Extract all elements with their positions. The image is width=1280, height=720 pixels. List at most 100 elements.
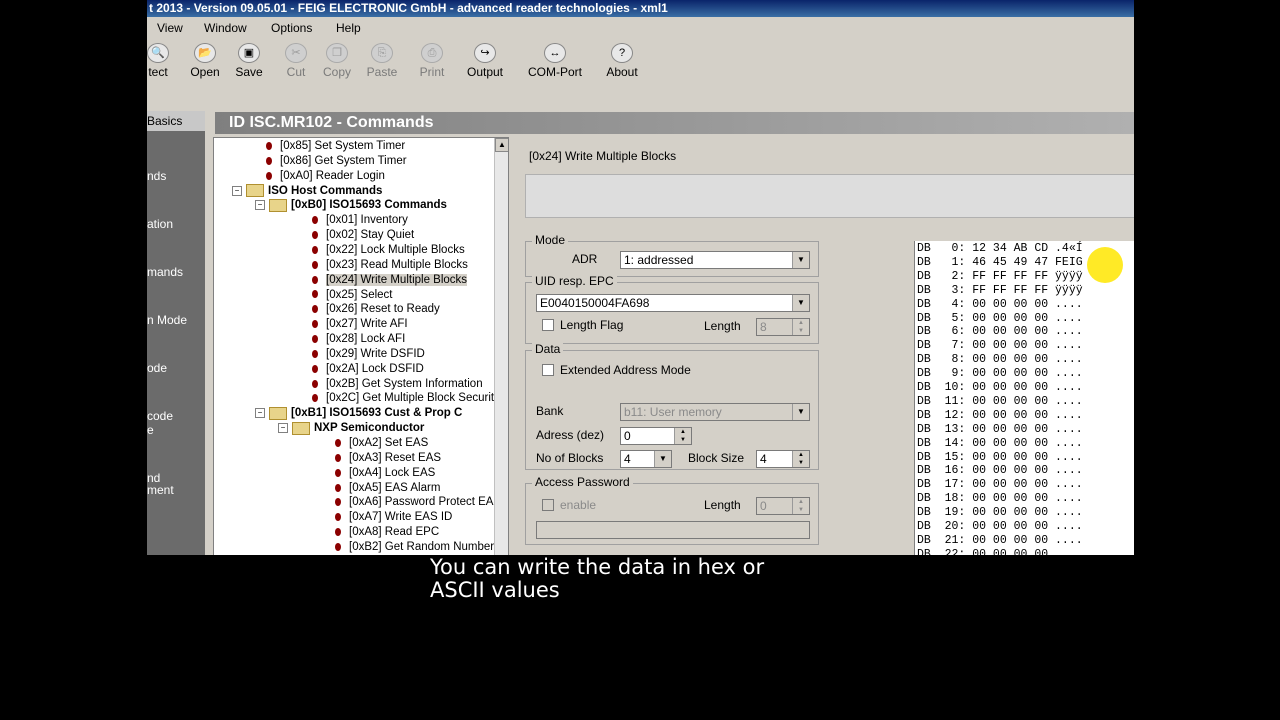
hex-data-row[interactable]: DB 22: 00 00 00 00 .... — [917, 548, 1083, 555]
tree-command-item[interactable]: [0xA4] Lock EAS — [335, 466, 435, 481]
hex-data-row[interactable]: DB 10: 00 00 00 00 .... — [917, 381, 1083, 395]
tree-command-item[interactable]: [0xB2] Get Random Number — [335, 540, 494, 555]
hex-data-row[interactable]: DB 14: 00 00 00 00 .... — [917, 437, 1083, 451]
hex-data-row[interactable]: DB 11: 00 00 00 00 .... — [917, 395, 1083, 409]
hex-data-row[interactable]: DB 3: FF FF FF FF ÿÿÿÿ — [917, 284, 1083, 298]
tree-command-item[interactable]: [0x23] Read Multiple Blocks — [312, 258, 468, 273]
tree-command-item[interactable]: [0xA8] Read EPC — [335, 525, 439, 540]
block-size-stepper[interactable]: 4 ▲ ▼ — [756, 450, 810, 468]
nav-basics[interactable]: Basics — [147, 111, 205, 131]
print-button[interactable]: ⎙ Print — [413, 43, 451, 79]
nav-item-6[interactable]: code — [147, 409, 173, 423]
access-password-group: Access Password enable Length 0 ▲ ▼ — [525, 475, 819, 545]
tree-command-item[interactable]: [0x26] Reset to Ready — [312, 302, 440, 317]
length-flag-checkbox[interactable] — [542, 319, 554, 331]
tree-command-item[interactable]: [0x27] Write AFI — [312, 317, 408, 332]
hex-data-row[interactable]: DB 18: 00 00 00 00 .... — [917, 492, 1083, 506]
collapse-icon[interactable]: − — [278, 423, 288, 434]
tree-command-item[interactable]: [0x86] Get System Timer — [266, 154, 407, 169]
tree-command-item[interactable]: [0x02] Stay Quiet — [312, 228, 414, 243]
toolbar: 🔍 tect 📂 Open ▣ Save ✂ Cut ❐ Copy ⎘ Past… — [147, 39, 1134, 91]
copy-button[interactable]: ❐ Copy — [319, 43, 355, 79]
nav-item-7[interactable]: e — [147, 423, 154, 437]
hex-data-row[interactable]: DB 7: 00 00 00 00 .... — [917, 339, 1083, 353]
extended-address-checkbox[interactable] — [542, 364, 554, 376]
password-enable-checkbox[interactable] — [542, 499, 554, 511]
hex-data-row[interactable]: DB 21: 00 00 00 00 .... — [917, 534, 1083, 548]
password-length-stepper[interactable]: 0 ▲ ▼ — [756, 497, 810, 515]
tree-command-item[interactable]: [0x25] Select — [312, 288, 392, 303]
tree-command-item[interactable]: [0xA6] Password Protect EA: — [335, 495, 497, 510]
address-stepper[interactable]: 0 ▲ ▼ — [620, 427, 692, 445]
open-button[interactable]: 📂 Open — [187, 43, 223, 79]
scroll-up-icon[interactable]: ▲ — [495, 138, 508, 152]
tree-folder[interactable]: − NXP Semiconductor — [278, 421, 424, 436]
about-button[interactable]: ? About — [602, 43, 642, 79]
tree-command-item[interactable]: [0x85] Set System Timer — [266, 139, 405, 154]
hex-data-row[interactable]: DB 6: 00 00 00 00 .... — [917, 325, 1083, 339]
hex-data-row[interactable]: DB 20: 00 00 00 00 .... — [917, 520, 1083, 534]
nav-item-9[interactable]: ment — [147, 483, 174, 497]
tree-command-item[interactable]: [0x2A] Lock DSFID — [312, 362, 424, 377]
menu-window[interactable]: Window — [204, 17, 247, 39]
hex-data-row[interactable]: DB 19: 00 00 00 00 .... — [917, 506, 1083, 520]
password-input[interactable] — [536, 521, 810, 539]
nav-item-5[interactable]: ode — [147, 361, 167, 375]
menu-view[interactable]: View — [157, 17, 183, 39]
hex-data-row[interactable]: DB 2: FF FF FF FF ÿÿÿÿ — [917, 270, 1083, 284]
tree-command-item[interactable]: [0xA5] EAS Alarm — [335, 481, 440, 496]
nav-item-3[interactable]: mands — [147, 265, 183, 279]
hex-data-row[interactable]: DB 4: 00 00 00 00 .... — [917, 298, 1083, 312]
hex-data-row[interactable]: DB 15: 00 00 00 00 .... — [917, 451, 1083, 465]
tree-command-item[interactable]: [0xA3] Reset EAS — [335, 451, 441, 466]
collapse-icon[interactable]: − — [255, 408, 265, 419]
collapse-icon[interactable]: − — [232, 185, 242, 196]
uid-select[interactable]: E0040150004FA698 ▼ — [536, 294, 810, 312]
hex-data-row[interactable]: DB 17: 00 00 00 00 .... — [917, 478, 1083, 492]
tree-command-item[interactable]: [0xA2] Set EAS — [335, 436, 428, 451]
command-tree[interactable]: [0xB2] Get Random Number [0xA8] Read EPC [… — [213, 137, 509, 555]
output-label: Output — [466, 65, 504, 79]
cut-button[interactable]: ✂ Cut — [280, 43, 312, 79]
tree-command-item[interactable]: [0xA0] Reader Login — [266, 169, 385, 184]
hex-data-row[interactable]: DB 9: 00 00 00 00 .... — [917, 367, 1083, 381]
nav-item-1[interactable]: nds — [147, 169, 166, 183]
bank-select[interactable]: b11: User memory ▼ — [620, 403, 810, 421]
hex-data-row[interactable]: DB 13: 00 00 00 00 .... — [917, 423, 1083, 437]
toolbar-separator — [147, 91, 1134, 111]
tree-command-item[interactable]: [0xA7] Write EAS ID — [335, 510, 452, 525]
collapse-icon[interactable]: − — [255, 200, 265, 211]
detect-button[interactable]: 🔍 tect — [147, 43, 173, 79]
adr-select[interactable]: 1: addressed ▼ — [620, 251, 810, 269]
no-of-blocks-select[interactable]: 4 ▼ — [620, 450, 672, 468]
save-button[interactable]: ▣ Save — [231, 43, 267, 79]
tree-scrollbar[interactable]: ▲ — [494, 138, 508, 555]
hex-data-view[interactable]: DB 0: 12 34 AB CD .4«Í DB 1: 46 45 49 47 … — [914, 241, 1134, 555]
tree-command-item[interactable]: [0x01] Inventory — [312, 213, 408, 228]
hex-data-row[interactable]: DB 1: 46 45 49 47 FEIG — [917, 256, 1083, 270]
hex-data-row[interactable]: DB 0: 12 34 AB CD .4«Í — [917, 242, 1083, 256]
tree-folder[interactable]: − [0xB1] ISO15693 Cust & Prop C — [255, 406, 462, 421]
uid-length-stepper[interactable]: 8 ▲ ▼ — [756, 318, 810, 336]
nav-item-2[interactable]: ation — [147, 217, 173, 231]
hex-data-row[interactable]: DB 8: 00 00 00 00 .... — [917, 353, 1083, 367]
hex-data-row[interactable]: DB 16: 00 00 00 00 .... — [917, 464, 1083, 478]
com-port-button[interactable]: ↔ COM-Port — [525, 43, 585, 79]
tree-command-item[interactable]: [0x22] Lock Multiple Blocks — [312, 243, 465, 258]
output-button[interactable]: ↪ Output — [462, 43, 508, 79]
tree-command-item[interactable]: [0x29] Write DSFID — [312, 347, 425, 362]
tree-folder[interactable]: − ISO Host Commands — [232, 184, 382, 199]
tree-command-item[interactable]: [0x2B] Get System Information — [312, 377, 483, 392]
print-label: Print — [419, 65, 445, 79]
nav-item-4[interactable]: n Mode — [147, 313, 187, 327]
paste-button[interactable]: ⎘ Paste — [362, 43, 402, 79]
hex-data-row[interactable]: DB 5: 00 00 00 00 .... — [917, 312, 1083, 326]
menu-help[interactable]: Help — [336, 17, 361, 39]
menu-options[interactable]: Options — [271, 17, 312, 39]
tree-command-item[interactable]: [0x28] Lock AFI — [312, 332, 405, 347]
tree-folder[interactable]: − [0xB0] ISO15693 Commands — [255, 198, 447, 213]
tree-command-item[interactable]: [0x24] Write Multiple Blocks — [312, 273, 468, 288]
hex-data-row[interactable]: DB 12: 00 00 00 00 .... — [917, 409, 1083, 423]
tree-command-item[interactable]: [0x2C] Get Multiple Block Securit — [312, 391, 494, 406]
tree-item-label: [0x26] Reset to Ready — [326, 303, 440, 316]
